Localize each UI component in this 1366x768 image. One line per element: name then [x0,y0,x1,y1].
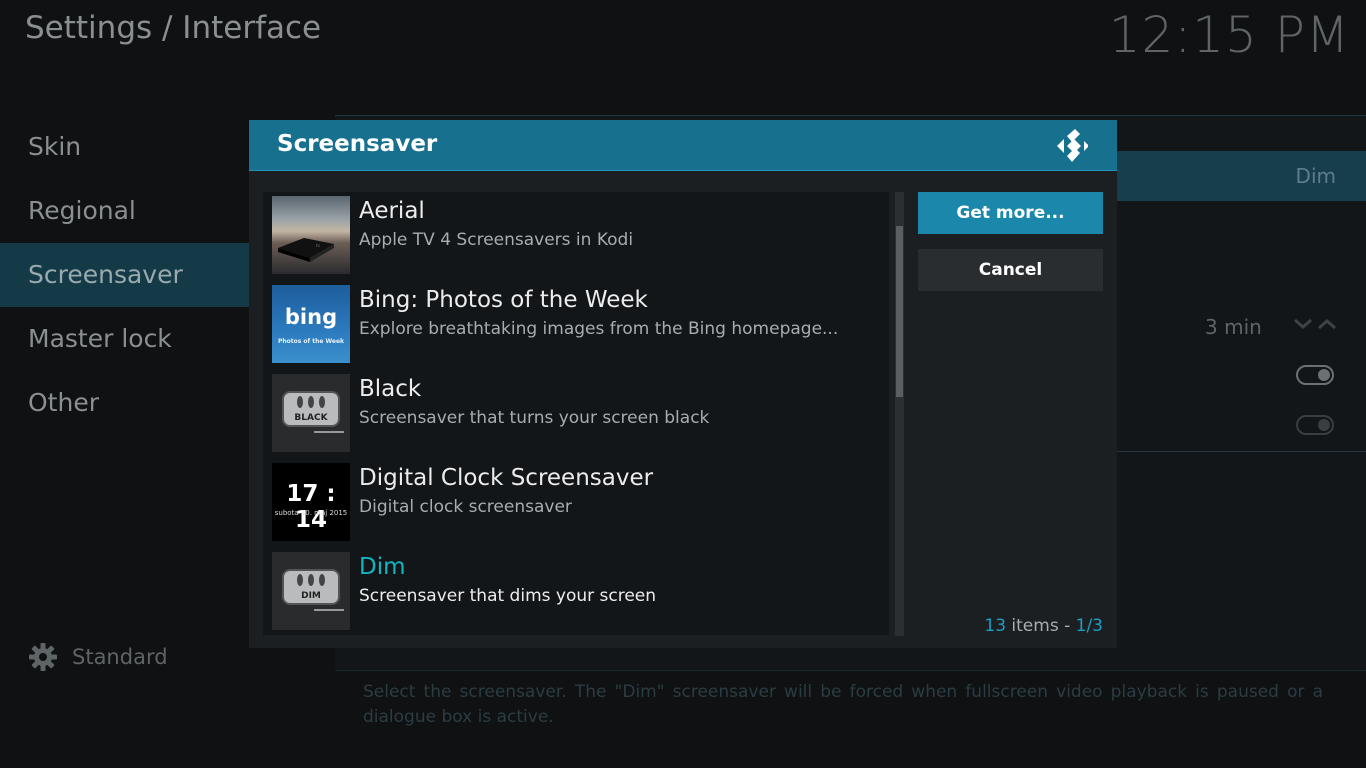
list-item-digital-clock[interactable]: 17 : 14 subota 30. maj 2015 Digital Cloc… [263,459,889,548]
scrollbar-thumb[interactable] [896,226,903,397]
bing-logo-text: bing [284,305,338,329]
divider [335,115,1366,116]
list-item-dim[interactable]: DIM Dim Screensaver that dims your scree… [263,548,889,635]
item-label: Aerial [359,198,425,224]
list-scrollbar[interactable] [895,192,904,636]
list-item-black[interactable]: BLACK Black Screensaver that turns your … [263,370,889,459]
svg-text:tv: tv [316,243,321,248]
item-description: Screensaver that dims your screen [359,586,657,606]
kodi-logo-icon [1057,129,1088,162]
toggle-knob [1318,419,1330,431]
item-label: Digital Clock Screensaver [359,465,654,491]
screensaver-dialog: Screensaver tv Aerial Apple TV 4 Screens… [249,120,1117,648]
bing-thumb-caption: Photos of the Week [277,338,345,345]
dim-thumb-text: DIM [301,591,321,601]
page-indicator: 1/3 [1075,616,1103,636]
dialog-header: Screensaver [249,120,1117,171]
spin-arrows-icon[interactable] [1293,314,1339,336]
toggle-switch[interactable] [1296,415,1334,435]
wait-time-value: 3 min [1205,315,1262,339]
item-description: Screensaver that turns your screen black [359,408,710,428]
item-label: Dim [359,554,406,580]
get-more-button[interactable]: Get more... [918,192,1103,234]
settings-level-label: Standard [72,645,168,669]
screensaver-mode-value: Dim [1295,164,1336,188]
aerial-thumbnail: tv [272,196,350,274]
setting-description: Select the screensaver. The "Dim" screen… [363,682,1323,727]
item-description: Apple TV 4 Screensavers in Kodi [359,230,634,250]
item-total: 13 [984,616,1007,636]
dialog-title: Screensaver [277,131,438,157]
items-word: items - [1006,616,1076,636]
clock-thumb-date: subota 30. maj 2015 [274,509,348,517]
page-title: Settings / Interface [25,10,322,46]
list-item-bing[interactable]: bing Photos of the Week Bing: Photos of … [263,281,889,370]
cancel-button[interactable]: Cancel [918,249,1103,291]
toggle-switch[interactable] [1296,365,1334,385]
black-thumbnail: BLACK [272,374,350,452]
item-label: Bing: Photos of the Week [359,287,648,313]
item-description: Explore breathtaking images from the Bin… [359,319,839,339]
item-label: Black [359,376,422,402]
item-count: 13 items - 1/3 [984,616,1103,636]
divider [335,670,1366,671]
addon-list: tv Aerial Apple TV 4 Screensavers in Kod… [263,192,889,635]
gear-icon [29,643,57,671]
item-description: Digital clock screensaver [359,497,572,517]
black-thumb-text: BLACK [294,413,328,423]
toggle-knob [1318,369,1330,381]
bing-thumbnail: bing Photos of the Week [272,285,350,363]
dim-thumbnail: DIM [272,552,350,630]
clock: 12:15 PM [1108,6,1350,64]
digital-clock-thumbnail: 17 : 14 subota 30. maj 2015 [272,463,350,541]
clock-thumb-time: 17 : 14 [286,481,336,533]
list-item-aerial[interactable]: tv Aerial Apple TV 4 Screensavers in Kod… [263,192,889,281]
settings-level-button[interactable]: Standard [28,642,168,672]
